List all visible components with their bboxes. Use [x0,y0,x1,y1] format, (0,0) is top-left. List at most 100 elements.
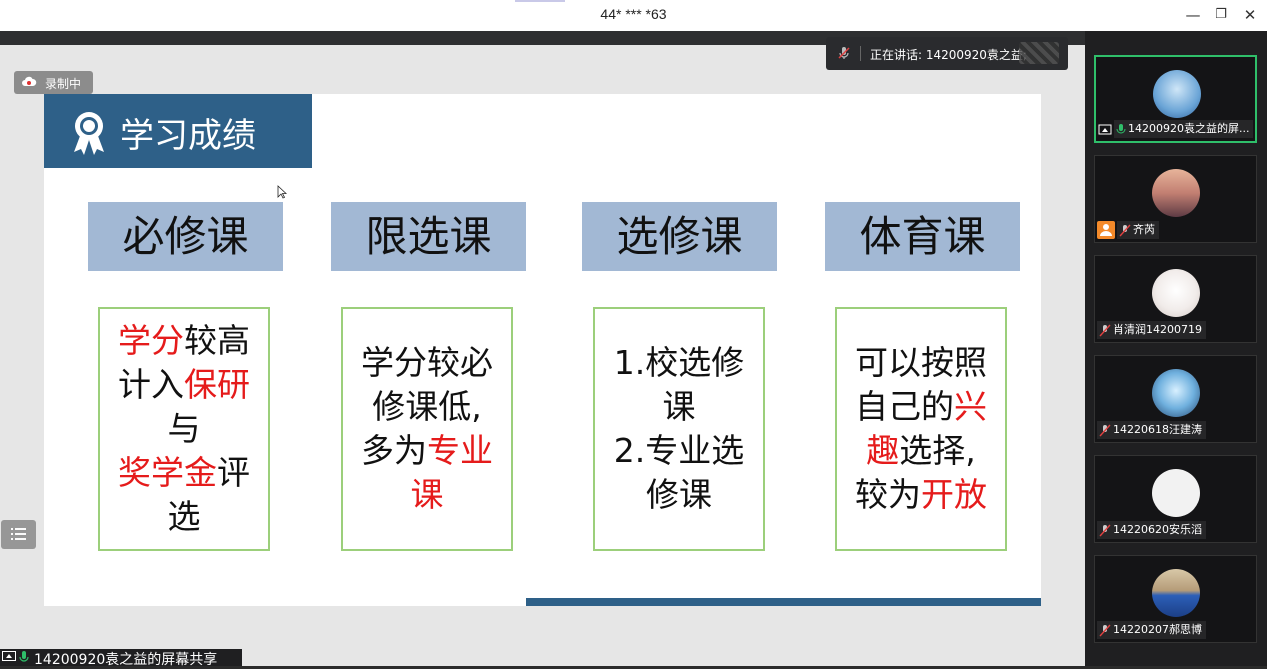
plain-text: 自己的 [855,387,954,426]
highlight-text: 专业 [427,431,493,470]
mouse-cursor-icon [277,185,287,199]
screen-share-icon [2,651,16,661]
plain-text: 修课 [646,475,712,514]
medal-icon [74,112,104,155]
participant-tile[interactable]: 齐芮 [1094,155,1257,243]
speaking-text: 正在讲话: 14200920袁之益; [870,48,1027,62]
plain-text: 2.专业选 [613,431,745,470]
category-pe: 体育课 [825,202,1020,271]
plain-text: 修课低, [372,387,482,426]
participant-name: 齐芮 [1117,221,1159,239]
blurred-avatar [1019,42,1059,64]
description-box-restricted-elective: 学分较必 修课低, 多为专业课 [341,307,513,551]
category-compulsory: 必修课 [88,202,283,271]
list-icon [11,528,26,540]
title-accent [515,0,565,2]
plain-text: 与 [167,409,201,448]
plain-text: 计入 [118,365,184,404]
minimize-button[interactable]: — [1182,5,1204,25]
description-line: 可以按照 [855,341,987,385]
recording-badge[interactable]: 录制中 [14,71,93,94]
recording-label: 录制中 [45,77,82,91]
slide-bottom-bar [526,598,1041,606]
plain-text: 多为 [361,431,427,470]
speaking-indicator: 正在讲话: 14200920袁之益; [826,37,1068,70]
avatar [1152,469,1200,517]
mic-muted-icon [1099,424,1111,436]
maximize-button[interactable]: ❐ [1210,5,1232,25]
avatar [1152,369,1200,417]
slide-header: 学习成绩 [44,94,312,168]
highlight-text: 课 [410,475,444,514]
plain-text: 选 [167,497,201,536]
description-line: 课 [361,473,493,517]
description-line: 较为开放 [855,473,987,517]
participant-tile[interactable]: 14220620安乐滔 [1094,455,1257,543]
close-button[interactable]: ✕ [1239,5,1261,25]
plain-text: 可以按照 [855,343,987,382]
description-line: 1.校选修 [614,341,745,385]
description-line: 计入保研 [118,363,250,407]
mic-muted-icon [838,47,850,59]
presentation-slide: 学习成绩 必修课 限选课 选修课 体育课 学分较高 计入保研与奖学金评选 学分较必… [44,94,1041,606]
description-line: 奖学金评 [118,451,250,495]
avatar [1153,70,1201,118]
plain-text: 1.校选修 [613,343,745,382]
participant-tile[interactable]: 14220207郝思博 [1094,555,1257,643]
description-box-compulsory: 学分较高 计入保研与奖学金评选 [98,307,270,551]
mic-muted-icon [1099,524,1111,536]
description-line: 修课低, [361,385,493,429]
avatar [1152,269,1200,317]
description-text: 学分较必 修课低, 多为专业课 [361,341,493,517]
screen-share-icon [1098,124,1112,135]
highlight-text: 奖学金 [118,453,217,492]
description-line: 选 [118,495,250,539]
description-line: 与 [118,407,250,451]
description-text: 学分较高 计入保研与奖学金评选 [118,319,250,539]
person-icon [1097,221,1115,239]
description-box-pe: 可以按照 自己的兴 趣选择, 较为开放 [835,307,1007,551]
list-toggle-button[interactable] [1,520,36,549]
screen-share-label: 14200920袁之益的屏幕共享 [0,649,242,668]
description-line: 课 [614,385,745,429]
participant-name: 14220620安乐滔 [1097,521,1206,539]
description-line: 学分较必 [361,341,493,385]
description-text: 1.校选修课 2.专业选修课 [614,341,745,517]
mic-muted-icon [1119,224,1131,236]
avatar [1152,169,1200,217]
participant-tile[interactable]: 14200920袁之益的屏... [1094,55,1257,143]
description-line: 修课 [614,473,745,517]
description-text: 可以按照 自己的兴 趣选择, 较为开放 [855,341,987,517]
participant-name: 14220207郝思博 [1097,621,1206,639]
highlight-text: 趣 [866,431,900,470]
window-title: 44* *** *63 [600,6,667,22]
participant-name: 14220618汪建涛 [1097,421,1206,439]
description-line: 趣选择, [855,429,987,473]
description-line: 2.专业选 [614,429,745,473]
participant-name: 肖清润14200719 [1097,321,1206,339]
mic-on-icon [1116,123,1126,133]
category-elective: 选修课 [582,202,777,271]
description-line: 多为专业 [361,429,493,473]
window-title-bar: 44* *** *63 — ❐ ✕ [0,0,1267,31]
plain-text: 课 [662,387,696,426]
highlight-text: 开放 [921,475,987,514]
plain-text: 评 [217,453,250,492]
plain-text: 学分较必 [361,343,493,382]
description-line: 学分较高 [118,319,250,363]
highlight-text: 学分 [118,321,184,360]
mic-muted-icon [1099,624,1111,636]
cloud-icon [22,76,37,86]
mic-muted-icon [1099,324,1111,336]
plain-text: 较为 [855,475,921,514]
avatar [1152,569,1200,617]
description-line: 自己的兴 [855,385,987,429]
separator [860,46,861,61]
participant-tile[interactable]: 14220618汪建涛 [1094,355,1257,443]
participant-name: 14200920袁之益的屏... [1114,120,1254,138]
plain-text: 较高 [184,321,250,360]
highlight-text: 兴 [954,387,987,426]
mic-on-icon [19,651,29,662]
plain-text: 选择, [899,431,976,470]
participant-tile[interactable]: 肖清润14200719 [1094,255,1257,343]
